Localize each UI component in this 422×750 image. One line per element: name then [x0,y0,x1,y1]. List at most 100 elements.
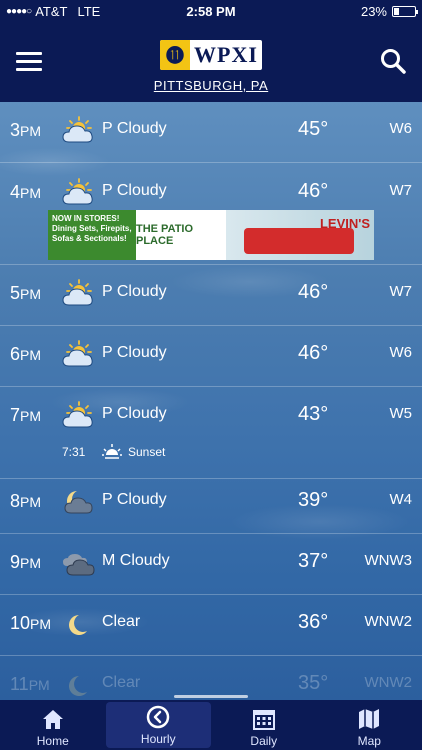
hour-time: 5PM [10,283,41,304]
hour-time: 8PM [10,491,41,512]
map-icon [359,709,380,729]
condition-label: P Cloudy [102,344,167,361]
scroll-indicator [174,695,248,698]
menu-button[interactable] [16,52,42,71]
partly-cloudy-day-icon [62,178,93,205]
hour-time: 4PM [10,182,41,203]
hour-number: 5 [10,283,21,303]
battery-icon [392,5,418,17]
hour-time: 10PM [10,613,51,634]
tab-hourly[interactable]: Hourly [105,702,211,748]
wind: W6 [389,120,413,137]
battery-fill [394,7,399,15]
station-logo: ⓫ WPXI [160,40,262,70]
wind: W6 [389,344,413,361]
condition-label: M Cloudy [102,552,170,569]
carrier-name: AT&T [35,3,68,19]
condition-label: P Cloudy [102,182,167,199]
hour-number: 7 [10,405,21,425]
calendar-icon [252,710,275,730]
hour-ampm: PM [20,555,42,571]
hour-number: 6 [10,344,21,364]
tab-label: Map [357,734,381,748]
location-label: PITTSBURGH, PA [153,78,269,93]
hour-number: 8 [10,491,21,511]
hour-ampm: PM [28,677,50,693]
partly-cloudy-day-icon [62,340,93,367]
wind: WNW2 [364,613,413,630]
condition-label: P Cloudy [102,283,167,300]
temperature: 35° [298,672,329,694]
hour-ampm: PM [20,185,42,201]
logo-text: WPXI [194,42,258,67]
hour-row: 9PM M Cloudy 37° WNW3 [0,534,422,595]
clock-icon [147,705,170,729]
temperature: 39° [298,489,329,511]
temperature: 45° [298,118,329,140]
sunset-icon [102,444,122,459]
mostly-cloudy-night-icon [63,554,95,576]
menu-bar-icon [16,60,42,63]
hourly-forecast-list[interactable]: 3PM P Cloudy 45° W6 4PM P Cloudy 46° W7 5PM P Clo… [0,102,422,700]
status-left: ●●●●○ AT&T LTE [6,4,100,19]
home-icon [42,710,63,729]
sunset-label: Sunset [128,445,166,459]
temperature: 46° [298,281,329,303]
hour-row: 8PM P Cloudy 39° W4 [0,473,422,534]
status-bar: ●●●●○ AT&T LTE 2:58 PM 23% [0,0,422,22]
hour-row: 11PM Clear 35° WNW2 [0,656,422,700]
hour-number: 10 [10,613,31,633]
partly-cloudy-day-icon [62,116,93,143]
hour-number: 4 [10,182,21,202]
partly-cloudy-day-icon [62,279,93,306]
hour-ampm: PM [20,123,42,139]
temperature: 43° [298,403,329,425]
ad-promo-text: NOW IN STORES! Dining Sets, Firepits, So… [48,210,136,260]
condition-label: Clear [102,613,141,630]
status-right: 23% [360,3,418,19]
ad-store-name: THE PATIO PLACE [136,210,226,260]
network-type: LTE [77,3,101,19]
hour-number: 3 [10,120,21,140]
hour-ampm: PM [20,408,42,424]
sofa-graphic [244,228,354,254]
wind: WNW2 [364,674,413,691]
tab-home[interactable]: Home [0,700,106,750]
sunset-time: 7:31 [62,445,86,459]
app-header: ⓫ WPXI PITTSBURGH, PA [0,22,422,102]
tab-bar: Home Hourly Daily Map [0,700,422,750]
menu-bar-icon [16,68,42,71]
search-button[interactable] [380,48,406,74]
hour-ampm: PM [20,494,42,510]
temperature: 46° [298,180,329,202]
search-icon [381,49,406,74]
tab-label: Home [36,734,69,748]
hour-time: 11PM [10,674,50,695]
hour-number: 9 [10,552,21,572]
hour-ampm: PM [20,347,42,363]
hour-ampm: PM [30,616,52,632]
battery-percent: 23% [360,3,387,19]
hour-ampm: PM [20,286,42,302]
tab-map[interactable]: Map [317,700,422,750]
sunset-row: 7:31 Sunset [0,439,422,469]
temperature: 46° [298,342,329,364]
location-link[interactable]: PITTSBURGH, PA [0,78,422,93]
temperature: 37° [298,550,329,572]
condition-label: P Cloudy [102,120,167,137]
ad-brand: LEVIN'S [319,216,370,231]
hour-row: 5PM P Cloudy 46° W7 [0,265,422,326]
wind: W7 [389,283,413,300]
temperature: 36° [298,611,329,633]
wind: W4 [389,491,413,508]
condition-label: P Cloudy [102,491,167,508]
hour-row: 6PM P Cloudy 46° W6 [0,326,422,387]
wind: WNW3 [364,552,413,569]
moon-icon [69,676,87,696]
hour-number: 11 [10,674,29,694]
tab-daily[interactable]: Daily [211,700,317,750]
menu-bar-icon [16,52,42,55]
hour-time: 7PM [10,405,41,426]
ad-banner[interactable]: NOW IN STORES! Dining Sets, Firepits, So… [48,210,374,260]
hour-time: 9PM [10,552,41,573]
